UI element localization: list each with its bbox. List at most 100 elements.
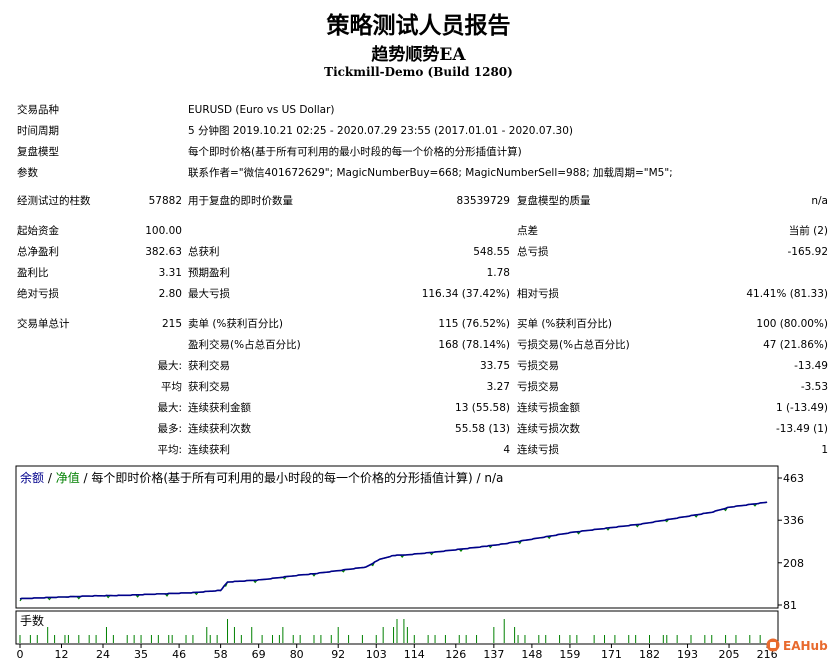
stat-cell: 3.27 xyxy=(486,381,510,393)
stat-cell: 1 (-13.49) xyxy=(775,402,828,414)
stat-cell: 经测试过的柱数 xyxy=(17,195,91,207)
stat-cell: 连续获利 xyxy=(188,444,230,456)
y-tick-label: 463 xyxy=(783,472,804,485)
stat-cell: 最多: xyxy=(157,423,182,435)
stat-cell: 最大亏损 xyxy=(188,288,230,300)
y-tick-label: 208 xyxy=(783,557,804,570)
stat-cell: 起始资金 xyxy=(17,225,59,237)
stat-cell: 115 (76.52%) xyxy=(438,318,510,330)
eahub-logo: EAHub xyxy=(766,638,828,653)
stat-cell: 卖单 (%获利百分比) xyxy=(188,318,284,330)
stat-cell: 点差 xyxy=(517,225,538,237)
stat-cell: 最大: xyxy=(157,360,182,372)
stat-cell: 57882 xyxy=(148,195,182,207)
stat-cell: 时间周期 xyxy=(17,125,59,137)
stat-cell: 5 分钟图 2019.10.21 02:25 - 2020.07.29 23:5… xyxy=(188,125,573,137)
stat-cell: 盈利交易(%占总百分比) xyxy=(188,339,301,351)
stat-cell: EURUSD (Euro vs US Dollar) xyxy=(188,104,335,116)
stat-cell: 买单 (%获利百分比) xyxy=(517,318,613,330)
stat-cell: 55.58 (13) xyxy=(455,423,510,435)
stat-cell: -13.49 xyxy=(794,360,828,372)
stat-cell: 2.80 xyxy=(158,288,182,300)
legend-separator: / xyxy=(44,471,56,485)
chart-legend: 余额 / 净值 / 每个即时价格(基于所有可利用的最小时段的每一个价格的分形插值… xyxy=(20,470,503,485)
x-tick-label: 12 xyxy=(55,648,69,660)
stat-cell: 用于复盘的即时价数量 xyxy=(188,195,293,207)
stat-cell: 1 xyxy=(821,444,828,456)
x-tick-label: 35 xyxy=(134,648,148,660)
stat-cell: 1.78 xyxy=(486,267,510,279)
x-tick-label: 92 xyxy=(331,648,345,660)
stat-cell: 参数 xyxy=(17,167,38,179)
stat-cell: 复盘模型的质量 xyxy=(517,195,591,207)
stat-cell: 盈利比 xyxy=(17,267,49,279)
stat-cell: 交易品种 xyxy=(17,104,59,116)
stat-cell: 获利交易 xyxy=(188,381,230,393)
stat-cell: 47 (21.86%) xyxy=(763,339,828,351)
x-tick-label: 148 xyxy=(521,648,542,660)
stat-cell: 预期盈利 xyxy=(188,267,230,279)
stat-cell: 复盘模型 xyxy=(17,146,59,158)
stat-cell: 连续亏损 xyxy=(517,444,559,456)
stat-cell: 33.75 xyxy=(479,360,510,372)
x-tick-label: 0 xyxy=(17,648,24,660)
main-plot-frame xyxy=(15,465,779,609)
x-tick-label: 193 xyxy=(677,648,698,660)
stat-cell: 41.41% (81.33) xyxy=(746,288,828,300)
x-tick-label: 24 xyxy=(96,648,110,660)
stat-cell: 连续获利金额 xyxy=(188,402,251,414)
stat-cell: 每个即时价格(基于所有可利用的最小时段的每一个价格的分形插值计算) xyxy=(188,146,522,158)
volume-label: 手数 xyxy=(20,613,44,628)
x-tick-label: 137 xyxy=(483,648,504,660)
x-tick-label: 182 xyxy=(639,648,660,660)
stat-cell: -165.92 xyxy=(787,246,828,258)
stat-cell: 382.63 xyxy=(145,246,182,258)
stat-cell: 连续获利次数 xyxy=(188,423,251,435)
x-tick-label: 159 xyxy=(559,648,580,660)
stat-cell: 联系作者="微信401672629"; MagicNumberBuy=668; … xyxy=(188,167,673,179)
stat-cell: 最大: xyxy=(157,402,182,414)
stat-cell: 亏损交易 xyxy=(517,360,559,372)
stat-cell: 3.31 xyxy=(158,267,182,279)
stat-cell: 获利交易 xyxy=(188,360,230,372)
eahub-logo-text: EAHub xyxy=(783,639,828,653)
stat-cell: 当前 (2) xyxy=(788,225,828,237)
stat-cell: 亏损交易 xyxy=(517,381,559,393)
balance-chart: 463 336 208 81 0 12 24 35 46 58 69 80 92 103 114 126 137… xyxy=(15,465,804,660)
stat-cell: 548.55 xyxy=(473,246,510,258)
stat-cell: n/a xyxy=(811,195,828,207)
stat-cell: -3.53 xyxy=(800,381,828,393)
stat-cell: 亏损交易(%占总百分比) xyxy=(517,339,630,351)
x-tick-label: 58 xyxy=(214,648,228,660)
stat-cell: 215 xyxy=(161,318,182,330)
x-tick-label: 80 xyxy=(290,648,304,660)
stat-cell: 交易单总计 xyxy=(17,318,70,330)
stat-cell: 总获利 xyxy=(188,246,220,258)
stat-cell: 83539729 xyxy=(456,195,510,207)
stat-cell: 100 (80.00%) xyxy=(756,318,828,330)
stat-cell: 连续亏损次数 xyxy=(517,423,580,435)
stat-cell: 平均: xyxy=(157,444,182,456)
x-tick-label: 205 xyxy=(719,648,740,660)
stat-cell: 绝对亏损 xyxy=(17,288,59,300)
y-tick-label: 81 xyxy=(783,599,797,612)
x-tick-label: 114 xyxy=(404,648,425,660)
server-build: Tickmill-Demo (Build 1280) xyxy=(324,65,513,79)
stat-cell: 13 (55.58) xyxy=(455,402,510,414)
x-tick-label: 46 xyxy=(172,648,186,660)
legend-description: / 每个即时价格(基于所有可利用的最小时段的每一个价格的分形插值计算) / n/… xyxy=(80,470,504,485)
ea-name: 趋势顺势EA xyxy=(371,45,466,65)
stat-cell: 平均 xyxy=(161,381,182,393)
stat-cell: 总亏损 xyxy=(517,246,549,258)
stat-cell: 100.00 xyxy=(145,225,182,237)
stat-cell: 总净盈利 xyxy=(17,246,59,258)
stat-cell: -13.49 (1) xyxy=(775,423,828,435)
stat-cell: 168 (78.14%) xyxy=(438,339,510,351)
x-tick-label: 103 xyxy=(366,648,387,660)
y-tick-label: 336 xyxy=(783,514,804,527)
report-title: 策略测试人员报告 xyxy=(326,12,511,39)
stat-cell: 116.34 (37.42%) xyxy=(421,288,510,300)
legend-balance: 余额 xyxy=(20,470,44,485)
x-tick-label: 126 xyxy=(445,648,466,660)
stat-cell: 相对亏损 xyxy=(517,288,559,300)
